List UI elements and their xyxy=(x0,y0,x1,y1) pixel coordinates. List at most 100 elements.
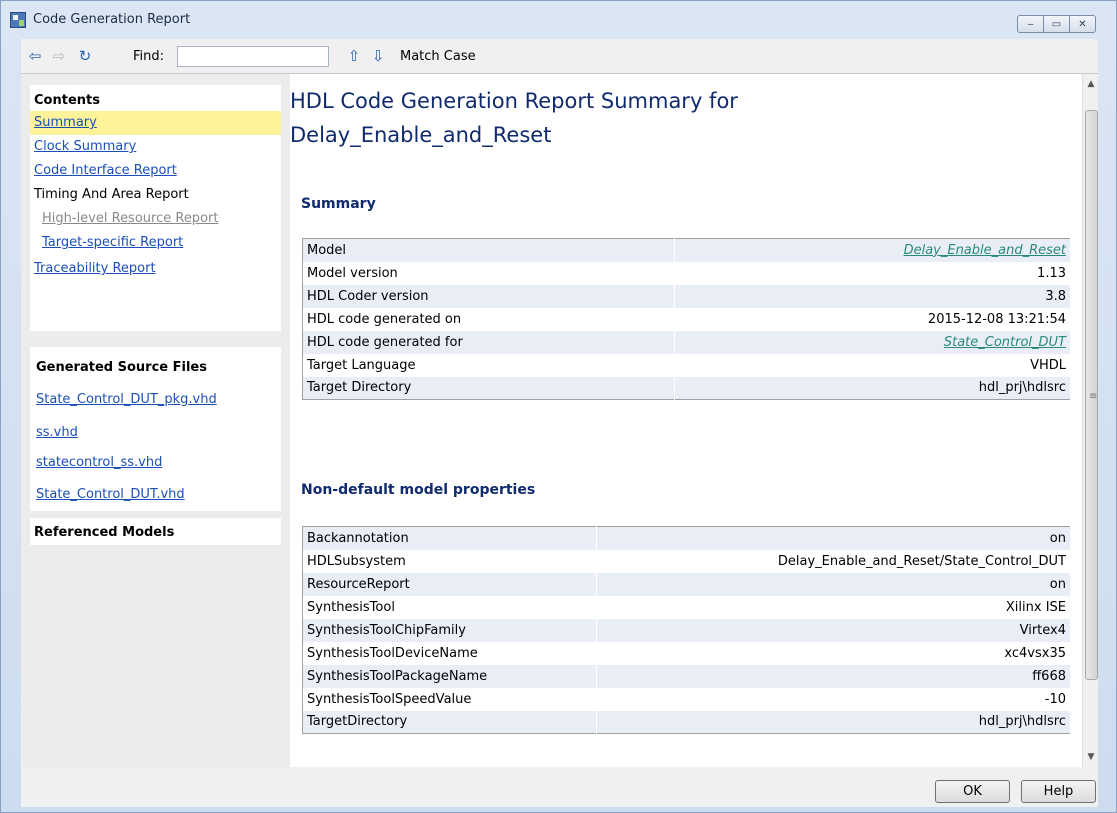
row-key: TargetDirectory xyxy=(302,710,597,734)
nav-item-target-specific-report[interactable]: Target-specific Report xyxy=(30,231,281,255)
dut-link[interactable]: State_Control_DUT xyxy=(944,335,1066,350)
row-key: Target Language xyxy=(302,353,675,377)
row-value: ff668 xyxy=(596,664,1071,688)
vertical-scrollbar[interactable]: ▲ ≡ ▼ xyxy=(1082,74,1098,767)
nav-item-summary[interactable]: Summary xyxy=(30,111,281,135)
properties-heading: Non-default model properties xyxy=(301,482,536,498)
row-key: HDL Coder version xyxy=(302,284,675,308)
row-value: hdl_prj\hdlsrc xyxy=(674,376,1071,400)
row-key: HDL code generated for xyxy=(302,330,675,354)
page-title-line-2: Delay_Enable_and_Reset xyxy=(290,123,552,147)
row-value: Delay_Enable_and_Reset/State_Control_DUT xyxy=(596,549,1071,573)
find-label: Find: xyxy=(133,49,165,64)
nav-item-clock-summary[interactable]: Clock Summary xyxy=(30,135,281,159)
table-row: HDL code generated on 2015-12-08 13:21:5… xyxy=(302,307,1071,331)
row-key: Model xyxy=(302,238,675,262)
row-key: ResourceReport xyxy=(302,572,597,596)
row-value: xc4vsx35 xyxy=(596,641,1071,665)
properties-table: Backannotation on HDLSubsystem Delay_Ena… xyxy=(302,526,1071,734)
referenced-models-heading: Referenced Models xyxy=(34,525,175,540)
nav-link-label: Target-specific Report xyxy=(42,235,184,250)
nav-item-timing-and-area-report: Timing And Area Report xyxy=(30,183,281,207)
report-content: HDL Code Generation Report Summary for D… xyxy=(290,74,1098,767)
nav-link-label: Traceability Report xyxy=(34,261,156,276)
table-row: SynthesisToolDeviceName xc4vsx35 xyxy=(302,641,1071,665)
row-value: State_Control_DUT xyxy=(674,330,1071,354)
row-key: HDLSubsystem xyxy=(302,549,597,573)
table-row: Model Delay_Enable_and_Reset xyxy=(302,238,1071,262)
table-row: SynthesisToolSpeedValue -10 xyxy=(302,687,1071,711)
row-key: HDL code generated on xyxy=(302,307,675,331)
row-key: SynthesisTool xyxy=(302,595,597,619)
page-title-line-1: HDL Code Generation Report Summary for xyxy=(290,89,738,113)
row-value: VHDL xyxy=(674,353,1071,377)
generated-files-panel: Generated Source Files State_Control_DUT… xyxy=(30,347,281,511)
table-row: Target Directory hdl_prj\hdlsrc xyxy=(302,376,1071,400)
forward-arrow-icon[interactable]: ⇨ xyxy=(51,48,67,64)
file-link[interactable]: State_Control_DUT_pkg.vhd xyxy=(36,392,217,407)
row-value: on xyxy=(596,526,1071,550)
nav-item-high-level-resource-report[interactable]: High-level Resource Report xyxy=(30,207,281,231)
file-link[interactable]: ss.vhd xyxy=(36,425,78,440)
row-key: SynthesisToolSpeedValue xyxy=(302,687,597,711)
table-row: HDL Coder version 3.8 xyxy=(302,284,1071,308)
row-value: -10 xyxy=(596,687,1071,711)
help-button[interactable]: Help xyxy=(1021,780,1096,803)
find-input[interactable] xyxy=(177,46,329,67)
title-bar: Code Generation Report ‒ ▭ ✕ xyxy=(1,1,1116,39)
row-key: SynthesisToolPackageName xyxy=(302,664,597,688)
close-button[interactable]: ✕ xyxy=(1069,15,1096,33)
report-window: Code Generation Report ‒ ▭ ✕ ⇦ ⇨ ↻ Find:… xyxy=(0,0,1117,813)
row-value: 3.8 xyxy=(674,284,1071,308)
maximize-button[interactable]: ▭ xyxy=(1043,15,1070,33)
page-title: HDL Code Generation Report Summary for D… xyxy=(290,84,850,152)
row-value: 2015-12-08 13:21:54 xyxy=(674,307,1071,331)
grip-icon: ≡ xyxy=(1089,391,1098,402)
table-row: TargetDirectory hdl_prj\hdlsrc xyxy=(302,710,1071,734)
table-row: Model version 1.13 xyxy=(302,261,1071,285)
table-row: Backannotation on xyxy=(302,526,1071,550)
summary-table: Model Delay_Enable_and_Reset Model versi… xyxy=(302,238,1071,400)
minimize-button[interactable]: ‒ xyxy=(1017,15,1044,33)
nav-link-label: Code Interface Report xyxy=(34,163,177,178)
window-title: Code Generation Report xyxy=(33,12,191,27)
refresh-icon[interactable]: ↻ xyxy=(77,48,93,64)
nav-link-label: Clock Summary xyxy=(34,139,137,154)
row-key: Target Directory xyxy=(302,376,675,400)
contents-heading: Contents xyxy=(34,93,100,108)
referenced-models-panel: Referenced Models xyxy=(30,518,281,545)
row-value: on xyxy=(596,572,1071,596)
scroll-down-icon[interactable]: ▼ xyxy=(1083,749,1099,765)
row-value: Xilinx ISE xyxy=(596,595,1071,619)
file-link[interactable]: State_Control_DUT.vhd xyxy=(36,487,185,502)
nav-item-code-interface-report[interactable]: Code Interface Report xyxy=(30,159,281,183)
toolbar: ⇦ ⇨ ↻ Find: ⇧ ⇩ Match Case xyxy=(21,39,1098,74)
navigation-pane: Contents Summary Clock Summary Code Inte… xyxy=(21,74,290,767)
generated-files-heading: Generated Source Files xyxy=(36,360,207,375)
nav-link-label: Summary xyxy=(34,115,97,130)
model-link[interactable]: Delay_Enable_and_Reset xyxy=(904,243,1066,258)
table-row: HDLSubsystem Delay_Enable_and_Reset/Stat… xyxy=(302,549,1071,573)
summary-heading: Summary xyxy=(301,196,376,212)
row-value: 1.13 xyxy=(674,261,1071,285)
table-row: Target Language VHDL xyxy=(302,353,1071,377)
find-next-icon[interactable]: ⇩ xyxy=(370,48,386,64)
scroll-up-icon[interactable]: ▲ xyxy=(1083,76,1099,92)
row-key: Backannotation xyxy=(302,526,597,550)
app-icon xyxy=(10,12,26,28)
table-row: ResourceReport on xyxy=(302,572,1071,596)
contents-panel: Contents Summary Clock Summary Code Inte… xyxy=(30,85,281,331)
file-link[interactable]: statecontrol_ss.vhd xyxy=(36,455,162,470)
row-value: Virtex4 xyxy=(596,618,1071,642)
ok-button[interactable]: OK xyxy=(935,780,1010,803)
table-row: HDL code generated for State_Control_DUT xyxy=(302,330,1071,354)
window-controls: ‒ ▭ ✕ xyxy=(1017,15,1096,33)
find-previous-icon[interactable]: ⇧ xyxy=(346,48,362,64)
back-arrow-icon[interactable]: ⇦ xyxy=(27,48,43,64)
row-key: SynthesisToolDeviceName xyxy=(302,641,597,665)
match-case-toggle[interactable]: Match Case xyxy=(400,49,476,64)
row-value: Delay_Enable_and_Reset xyxy=(674,238,1071,262)
scrollbar-thumb[interactable]: ≡ xyxy=(1085,110,1098,680)
row-key: Model version xyxy=(302,261,675,285)
nav-item-traceability-report[interactable]: Traceability Report xyxy=(30,257,281,281)
